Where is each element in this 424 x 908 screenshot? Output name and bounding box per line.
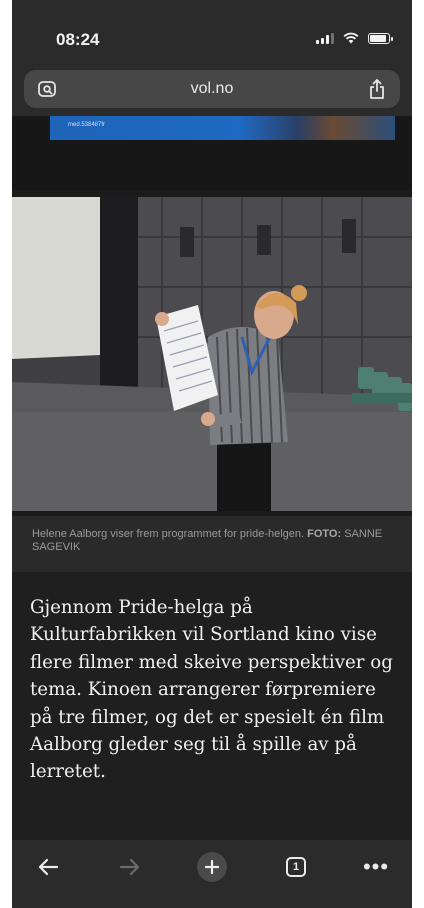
more-icon: ••• [362, 854, 390, 879]
address-bar[interactable]: vol.no [24, 70, 400, 108]
tabs-icon: 1 [286, 857, 306, 877]
status-time: 08:24 [56, 30, 100, 49]
photo-caption: Helene Aalborg viser frem programmet for… [12, 516, 412, 572]
advertisement-banner[interactable]: med.538487fr [50, 116, 395, 140]
cellular-signal-icon [316, 33, 334, 44]
forward-icon [119, 858, 140, 876]
forward-button[interactable] [110, 852, 150, 882]
phone-screen: 08:24 vol.no med.538487fr Helene Aalborg… [12, 0, 412, 908]
address-bar-area: vol.no [12, 64, 412, 116]
status-bar: 08:24 [12, 0, 412, 64]
caption-description: Helene Aalborg viser frem programmet for… [32, 528, 305, 540]
tabs-button[interactable]: 1 [276, 852, 316, 882]
photo-illustration [12, 197, 412, 511]
caption-text: Helene Aalborg viser frem programmet for… [32, 528, 397, 554]
more-button[interactable]: ••• [356, 852, 396, 882]
advertisement-area: med.538487fr [12, 116, 412, 190]
new-tab-icon [197, 852, 227, 882]
battery-icon [368, 33, 393, 44]
system-icons [316, 32, 393, 44]
back-icon [38, 858, 59, 876]
back-button[interactable] [28, 852, 68, 882]
caption-credit-label: FOTO: [307, 528, 342, 540]
new-tab-button[interactable] [192, 852, 232, 882]
wifi-icon [343, 32, 359, 44]
share-icon[interactable] [368, 78, 386, 100]
browser-toolbar: 1 ••• [12, 840, 412, 908]
article-body: Gjennom Pride-helga på Kulturfabrikken v… [12, 572, 412, 840]
ad-text: med.538487fr [68, 122, 106, 128]
article-photo[interactable] [12, 197, 412, 511]
url-text[interactable]: vol.no [24, 80, 400, 98]
article-paragraph: Gjennom Pride-helga på Kulturfabrikken v… [30, 597, 393, 783]
